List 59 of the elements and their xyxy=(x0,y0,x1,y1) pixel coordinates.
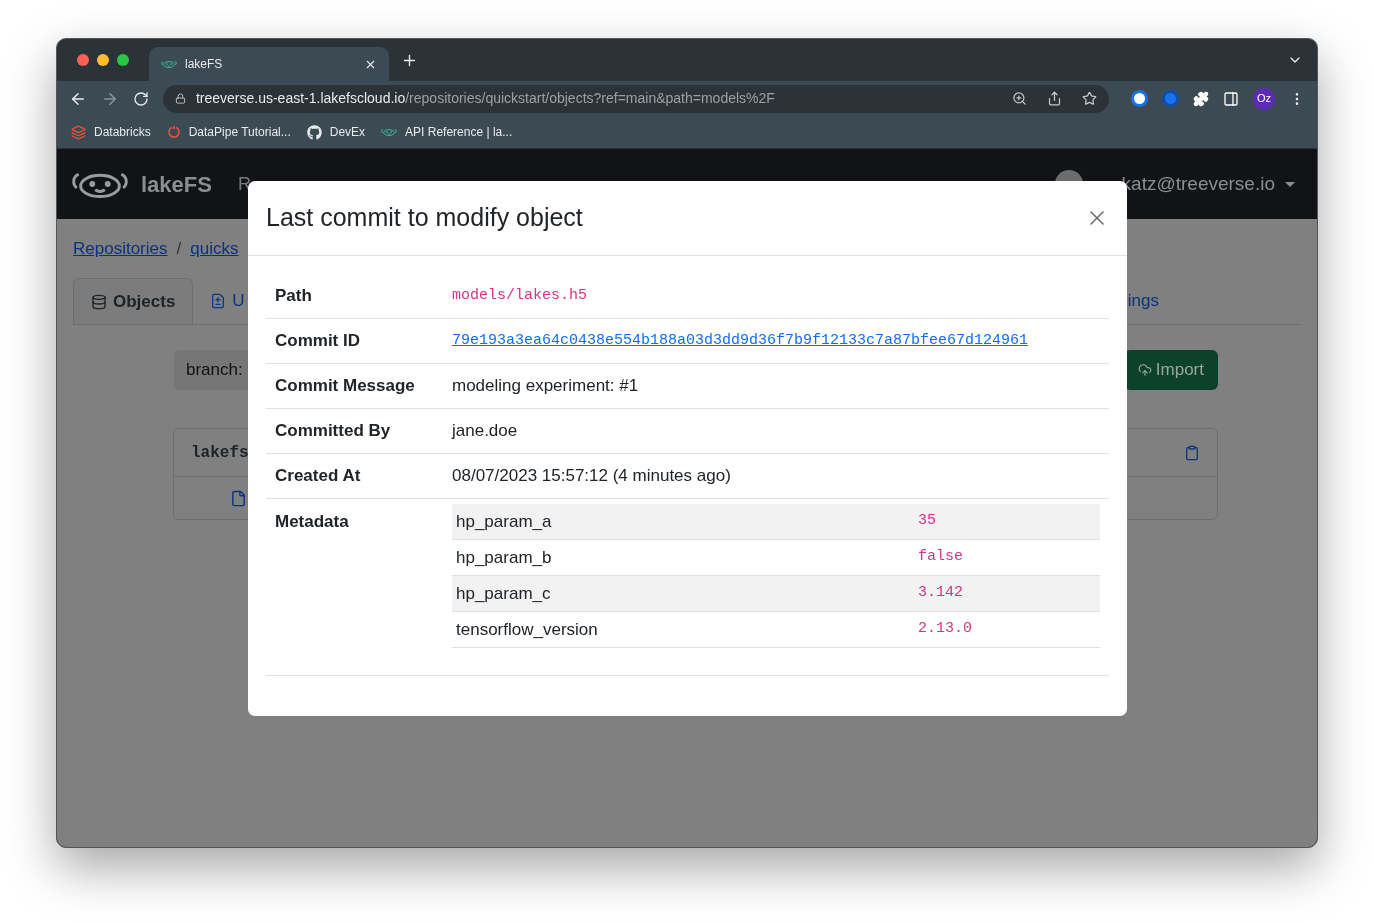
metadata-value: false xyxy=(918,547,963,568)
caret-icon xyxy=(1285,181,1295,187)
bookmark-item[interactable]: DataPipe Tutorial... xyxy=(166,123,291,141)
github-icon xyxy=(306,124,322,140)
zoom-window-icon[interactable] xyxy=(117,54,129,66)
metadata-value: 35 xyxy=(918,511,936,532)
page-tab[interactable]: Objects xyxy=(73,278,194,324)
modal-title: Last commit to modify object xyxy=(266,202,584,234)
metadata-key: tensorflow_version xyxy=(452,616,918,643)
field-value: 08/07/2023 15:57:12 (4 minutes ago) xyxy=(452,465,731,488)
bookmark-item[interactable]: Databricks xyxy=(71,123,151,141)
axolotl-icon xyxy=(161,59,177,69)
clipboard-icon[interactable] xyxy=(1184,444,1200,461)
upload-cloud-icon xyxy=(1137,363,1152,377)
zoom-icon[interactable] xyxy=(1012,91,1028,106)
field-value: jane.doe xyxy=(452,420,518,443)
metadata-value: 3.142 xyxy=(918,583,963,604)
side-panel-icon[interactable] xyxy=(1223,90,1240,107)
field-label: Path xyxy=(274,285,313,308)
breadcrumb-separator: / xyxy=(176,238,182,261)
field-label: Created At xyxy=(274,465,362,488)
browser-tab[interactable]: lakeFS xyxy=(149,47,389,81)
file-diff-icon xyxy=(210,293,227,309)
breadcrumb-link[interactable]: quicks xyxy=(190,236,239,262)
nav-link[interactable]: R xyxy=(237,170,251,198)
file-icon xyxy=(230,489,247,507)
url-text: treeverse.us-east-1.lakefscloud.io/repositories/quickstart/objects?ref=main&path=models%2F xyxy=(195,89,776,108)
table-header: lakefs xyxy=(191,442,249,464)
database-icon xyxy=(91,293,107,310)
tab-title: lakeFS xyxy=(185,56,224,73)
breadcrumb-link[interactable]: Repositories xyxy=(73,236,168,262)
bookmark-item[interactable]: DevEx xyxy=(306,123,366,141)
field-label: Commit ID xyxy=(274,330,361,353)
layers-icon xyxy=(71,124,86,140)
extensions-icon[interactable] xyxy=(1193,90,1210,107)
brand-name: lakeFS xyxy=(141,170,212,199)
password-extension-icon[interactable] xyxy=(1131,90,1149,107)
metadata-key: hp_param_a xyxy=(452,508,918,535)
share-icon[interactable] xyxy=(1047,91,1063,106)
reload-icon[interactable] xyxy=(132,90,149,107)
lock-icon xyxy=(174,93,186,104)
field-label: Committed By xyxy=(274,420,392,443)
commit-link[interactable]: 79e193a3ea64c0438e554b188a03d3dd9d36f7b9f12133c7a87bfee67d124961 xyxy=(452,329,1029,353)
bookmark-item[interactable]: API Reference | la... xyxy=(381,123,513,141)
address-bar[interactable]: treeverse.us-east-1.lakefscloud.io/repositories/quickstart/objects?ref=main&path=models%2F xyxy=(162,84,1110,113)
minimize-window-icon[interactable] xyxy=(97,54,109,66)
field-label: Commit Message xyxy=(274,375,416,398)
metadata-key: hp_param_c xyxy=(452,580,918,607)
bookmark-star-icon[interactable] xyxy=(1082,91,1098,106)
profile-avatar[interactable]: Oz xyxy=(1253,87,1276,110)
axolotl-icon xyxy=(381,127,398,137)
close-window-icon[interactable] xyxy=(77,54,89,66)
field-value: modeling experiment: #1 xyxy=(452,375,639,398)
field-label: Metadata xyxy=(274,511,350,533)
path-value: models/lakes.h5 xyxy=(452,285,588,306)
ring-icon xyxy=(166,125,181,139)
metadata-value: 2.13.0 xyxy=(918,619,972,640)
page-tab[interactable]: U xyxy=(193,278,262,324)
metadata-key: hp_param_b xyxy=(452,544,918,571)
